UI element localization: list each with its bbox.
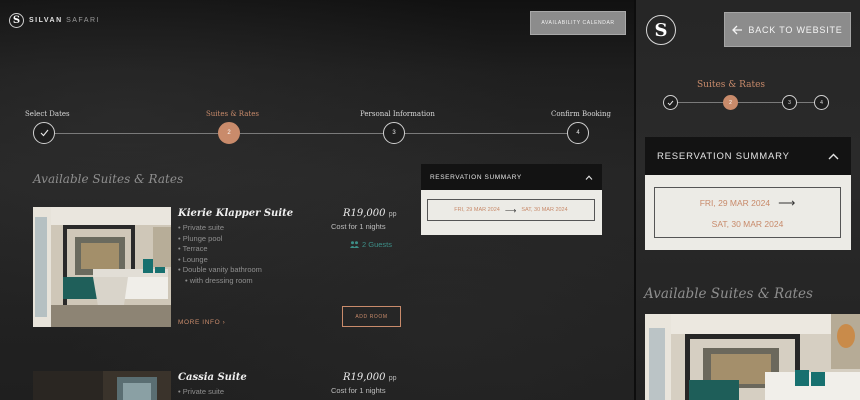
feature-item-continued: with dressing room (178, 276, 262, 287)
feature-item: Private suite (178, 387, 224, 398)
room-features-list: Private suite Plunge pool Terrace Lounge… (178, 223, 262, 287)
room-photo-illustration (33, 371, 171, 400)
step-3[interactable]: 3 (383, 122, 405, 144)
chevron-up-icon (585, 174, 593, 180)
guests-icon (350, 241, 359, 248)
room-price: R19,000 pp (343, 208, 397, 219)
room-cost-note: Cost for 1 nights (331, 222, 386, 231)
stepper-line (44, 133, 578, 134)
room-name[interactable]: Kierie Klapper Suite (178, 208, 293, 219)
brand-mark-icon: S (9, 13, 24, 28)
reservation-summary-title: RESERVATION SUMMARY (430, 173, 522, 181)
side-step-2-active[interactable]: 2 (723, 95, 738, 110)
side-step-1-completed[interactable] (663, 95, 678, 110)
brand-mark-icon[interactable]: S (646, 15, 676, 45)
more-info-link[interactable]: MORE INFO › (178, 319, 225, 326)
feature-item: Terrace (178, 244, 262, 255)
side-step-4[interactable]: 4 (814, 95, 829, 110)
date-arrow-icon: ⟶ (504, 205, 517, 215)
booking-main-pane: S SILVAN SAFARI AVAILABILITY CALENDAR Se… (0, 0, 634, 400)
room-price: R19,000 pp (343, 372, 397, 383)
reservation-summary-body: FRI, 29 MAR 2024 ⟶ SAT, 30 MAR 2024 (421, 190, 602, 235)
step-label-personal-information: Personal Information (360, 110, 435, 118)
side-available-suites-heading: Available Suites & Rates (644, 286, 813, 302)
step-label-confirm-booking: Confirm Booking (551, 110, 611, 118)
brand-logo[interactable]: S SILVAN SAFARI (9, 13, 100, 28)
price-value: R19,000 (343, 372, 386, 383)
check-in-date: FRI, 29 MAR 2024 (454, 207, 500, 213)
brand-name-secondary: SAFARI (66, 17, 100, 24)
step-label-suites-rates: Suites & Rates (206, 110, 259, 118)
guests-count: 2 Guests (362, 240, 393, 249)
reservation-summary-header[interactable]: RESERVATION SUMMARY (421, 164, 602, 190)
room-photo-cassia[interactable] (33, 371, 171, 400)
check-out-date: SAT, 30 MAR 2024 (711, 219, 784, 229)
chevron-up-icon (828, 153, 839, 159)
feature-item: Plunge pool (178, 234, 262, 245)
check-in-date: FRI, 29 MAR 2024 (699, 198, 771, 208)
check-icon (667, 100, 674, 106)
date-arrow-icon: ⟶ (778, 196, 796, 210)
price-value: R19,000 (343, 208, 386, 219)
room-guests: 2 Guests (350, 240, 392, 249)
side-reservation-summary-body: FRI, 29 MAR 2024 ⟶ SAT, 30 MAR 2024 (645, 175, 851, 250)
feature-item: Double vanity bathroom (178, 265, 262, 276)
price-unit: pp (388, 375, 397, 382)
step-4[interactable]: 4 (567, 122, 589, 144)
back-to-website-button[interactable]: BACK TO WEBSITE (724, 12, 851, 47)
room-name[interactable]: Cassia Suite (178, 372, 247, 383)
room-photo-kierie-klapper[interactable] (33, 207, 171, 327)
room-features-list: Private suite (178, 387, 224, 398)
side-reservation-summary-header[interactable]: RESERVATION SUMMARY (645, 137, 851, 175)
availability-calendar-button[interactable]: AVAILABILITY CALENDAR (530, 11, 626, 35)
side-step-label: Suites & Rates (697, 80, 766, 90)
feature-item: Private suite (178, 223, 262, 234)
step-2-active[interactable]: 2 (218, 122, 240, 144)
side-room-photo[interactable] (645, 314, 860, 400)
check-out-date: SAT, 30 MAR 2024 (521, 207, 568, 213)
add-room-button[interactable]: ADD ROOM (342, 306, 401, 327)
step-label-select-dates: Select Dates (25, 110, 70, 118)
room-photo-illustration (33, 207, 171, 327)
side-reservation-summary-title: RESERVATION SUMMARY (657, 150, 790, 162)
arrow-left-icon (732, 25, 743, 34)
room-photo-illustration (645, 314, 860, 400)
side-step-3[interactable]: 3 (782, 95, 797, 110)
check-icon (40, 129, 48, 137)
room-cost-note: Cost for 1 nights (331, 386, 386, 395)
side-reservation-dates-box: FRI, 29 MAR 2024 ⟶ SAT, 30 MAR 2024 (654, 187, 841, 238)
available-suites-heading: Available Suites & Rates (33, 172, 184, 186)
reservation-dates-box: FRI, 29 MAR 2024 ⟶ SAT, 30 MAR 2024 (427, 199, 595, 221)
brand-name: SILVAN (29, 17, 63, 24)
back-to-website-label: BACK TO WEBSITE (748, 24, 843, 35)
booking-side-pane: S BACK TO WEBSITE Suites & Rates 2 3 4 R… (636, 0, 860, 400)
price-unit: pp (388, 211, 397, 218)
feature-item: Lounge (178, 255, 262, 266)
side-stepper-line (670, 102, 822, 103)
step-1-completed[interactable] (33, 122, 55, 144)
